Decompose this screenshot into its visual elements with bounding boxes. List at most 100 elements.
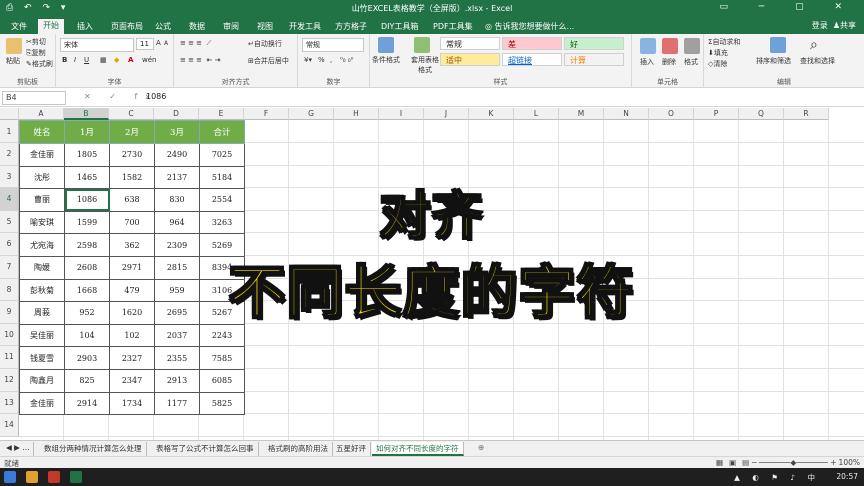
table-cell[interactable]: 2608 [64,255,110,280]
align-horizontal-icons[interactable]: ≡ ≡ ≡ ⇤ ⇥ [180,56,220,64]
table-cell[interactable]: 6085 [199,368,245,393]
name-box[interactable]: B4 [2,91,66,105]
comma-button[interactable]: , [330,56,332,64]
table-cell[interactable]: 尤宛海 [19,233,65,257]
table-cell[interactable]: 2309 [154,233,200,257]
table-cell[interactable]: 2695 [154,301,200,325]
sheet-tab[interactable]: 五星好评 [332,442,371,456]
column-header[interactable]: O [649,108,694,120]
clear-button[interactable]: ◇清除 [708,59,727,69]
delete-cells-button[interactable]: 删除 [662,57,676,67]
table-header-cell[interactable]: 1月 [64,120,110,144]
table-cell[interactable]: 周莪 [19,301,65,325]
table-cell[interactable]: 5269 [199,233,245,257]
copy-button[interactable]: ⎘复制 [26,48,46,58]
font-color-icon[interactable]: A [128,56,133,64]
table-cell[interactable]: 沈彤 [19,165,65,190]
table-cell[interactable]: 2598 [64,233,110,257]
table-cell[interactable]: 1582 [109,165,155,190]
table-cell[interactable]: 1465 [64,165,110,190]
row-header[interactable]: 7 [0,256,19,279]
style-bad[interactable]: 差 [502,37,562,50]
conditional-format-button[interactable]: 条件格式 [372,55,400,65]
paste-button[interactable]: 粘贴 [6,56,20,66]
currency-icon[interactable]: ¥▾ [304,56,312,64]
style-normal[interactable]: 常规 [440,37,500,50]
table-cell[interactable]: 2327 [109,346,155,370]
tab-file[interactable]: 文件 [6,20,32,33]
table-cell[interactable]: 2355 [154,346,200,370]
table-cell[interactable]: 2730 [109,143,155,167]
format-cells-button[interactable]: 格式 [684,57,698,67]
style-calculation[interactable]: 计算 [564,53,624,66]
phonetic-button[interactable]: wén [142,56,156,64]
table-cell[interactable]: 8394 [199,255,245,280]
table-cell[interactable]: 吴佳丽 [19,323,65,348]
tab-ffcell[interactable]: 方方格子 [330,20,372,33]
column-header[interactable]: C [109,108,154,120]
table-cell[interactable]: 2914 [64,391,110,416]
table-cell[interactable]: 102 [109,323,155,348]
table-cell[interactable]: 喻安琪 [19,210,65,235]
sort-filter-button[interactable]: 排序和筛选 [756,56,791,66]
table-cell[interactable]: 830 [154,188,200,212]
row-header[interactable]: 14 [0,414,19,437]
zoom-level[interactable]: 100% [839,458,860,467]
table-cell[interactable]: 钱夏雪 [19,346,65,370]
column-header[interactable]: A [19,108,64,120]
table-cell[interactable]: 479 [109,278,155,303]
decimal-icons[interactable]: ⁰₀ ₀⁰ [340,56,353,64]
column-header[interactable]: P [694,108,739,120]
table-cell[interactable]: 7585 [199,346,245,370]
row-header[interactable]: 9 [0,301,19,324]
column-header[interactable]: B [64,108,109,120]
column-header[interactable]: F [244,108,289,120]
formula-input[interactable]: 1086 [146,92,166,101]
table-header-cell[interactable]: 3月 [154,120,200,144]
tray-icons[interactable]: ▲ ◐ ⚑ ♪ 中 [734,472,820,483]
view-buttons[interactable]: ▦▣▤ [716,458,755,467]
column-header[interactable]: G [289,108,334,120]
row-header[interactable]: 8 [0,278,19,302]
column-header[interactable]: Q [739,108,784,120]
table-cell[interactable]: 825 [64,368,110,393]
table-cell[interactable]: 959 [154,278,200,303]
table-cell[interactable]: 金佳丽 [19,143,65,167]
table-cell[interactable]: 1734 [109,391,155,416]
column-header[interactable]: N [604,108,649,120]
sheet-tab[interactable]: 表格写了公式不计算怎么回事 [152,442,259,456]
table-cell[interactable]: 彭秋菊 [19,278,65,303]
row-header[interactable]: 6 [0,233,19,256]
tab-diy-toolbox[interactable]: DIY工具箱 [376,20,423,33]
table-cell[interactable]: 2490 [154,143,200,167]
merge-center-button[interactable]: ⊞合并后居中 [248,56,289,66]
active-cell[interactable]: 1086 [64,188,110,212]
percent-button[interactable]: % [318,56,325,64]
format-painter-button[interactable]: ✎格式刷 [26,59,53,69]
grow-font-button[interactable]: A [156,39,161,47]
fill-color-icon[interactable]: ◆ [114,56,119,64]
tab-review[interactable]: 审阅 [218,20,244,33]
cut-button[interactable]: ✂剪切 [26,37,46,47]
table-cell[interactable]: 3106 [199,278,245,303]
row-header[interactable]: 3 [0,165,19,189]
column-header[interactable]: M [559,108,604,120]
font-size-select[interactable]: 11 [136,38,154,50]
select-all-corner[interactable] [0,108,19,120]
table-cell[interactable]: 104 [64,323,110,348]
column-header[interactable]: L [514,108,559,120]
column-header[interactable]: J [424,108,469,120]
table-cell[interactable]: 2903 [64,346,110,370]
table-header-cell[interactable]: 姓名 [19,120,65,144]
window-controls[interactable]: ▭ ─ ▢ ✕ [719,2,856,12]
style-good[interactable]: 好 [564,37,624,50]
table-cell[interactable]: 2554 [199,188,245,212]
table-header-cell[interactable]: 合计 [199,120,245,144]
row-header[interactable]: 2 [0,143,19,166]
zoom-slider[interactable]: ─ ───────◆─────── + [752,458,837,467]
autosum-button[interactable]: Σ自动求和 [708,37,740,47]
table-cell[interactable]: 2137 [154,165,200,190]
tab-developer[interactable]: 开发工具 [284,20,326,33]
style-neutral[interactable]: 适中 [440,53,500,66]
table-cell[interactable]: 陶鑫月 [19,368,65,393]
